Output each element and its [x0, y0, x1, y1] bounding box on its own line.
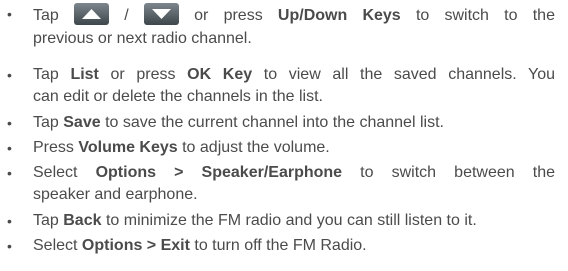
bullet: • — [7, 165, 12, 181]
list-item-line: Tap List or press OK Key to view all the… — [33, 66, 556, 83]
list-item-line: previous or next radio channel. — [33, 30, 252, 47]
list-item-line: Press Volume Keys to adjust the volume. — [33, 139, 330, 156]
bullet: • — [7, 6, 12, 22]
manual-page: • Tap / or press Up/Down Keys to switch … — [0, 0, 568, 271]
list-item-line: Select Options > Exit to turn off the FM… — [33, 237, 367, 254]
bullet: • — [7, 67, 12, 83]
list-item-line: Select Options > Speaker/Earphone to swi… — [33, 164, 556, 181]
bullet: • — [7, 115, 12, 131]
list-item-line: Tap Save to save the current channel int… — [33, 114, 444, 131]
list-item-line: can edit or delete the channels in the l… — [33, 88, 323, 105]
bullet: • — [7, 213, 12, 229]
list-item-line: Tap Back to minimize the FM radio and yo… — [33, 212, 477, 229]
bullet: • — [7, 238, 12, 254]
list-item-line: Tap / or press Up/Down Keys to switch to… — [33, 3, 555, 27]
bullet: • — [7, 140, 12, 156]
up-arrow-key-icon — [74, 3, 110, 25]
down-arrow-key-icon — [143, 3, 179, 25]
list-item-line: speaker and earphone. — [33, 186, 198, 203]
